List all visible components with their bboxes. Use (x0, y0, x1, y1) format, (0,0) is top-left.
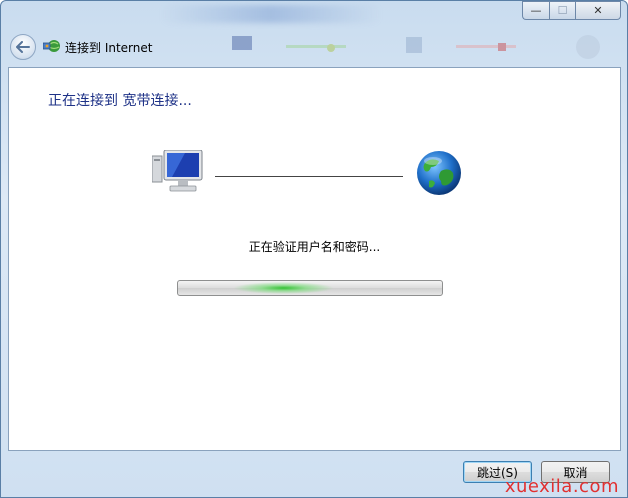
back-arrow-icon (16, 41, 30, 53)
minimize-icon: — (530, 4, 542, 17)
progress-marquee (178, 282, 442, 294)
caption-buttons: — ☐ ✕ (522, 1, 621, 20)
computer-icon (152, 150, 203, 192)
close-button[interactable]: ✕ (575, 1, 621, 20)
background-wizard-icons (232, 35, 600, 59)
maximize-button[interactable]: ☐ (549, 1, 575, 20)
network-icon (43, 40, 60, 52)
minimize-button[interactable]: — (522, 1, 549, 20)
status-text: 正在验证用户名和密码... (248, 240, 381, 254)
maximize-icon: ☐ (557, 4, 568, 17)
connection-progress-bar (177, 280, 443, 296)
globe-icon (417, 151, 461, 195)
connect-to-internet-window: — ☐ ✕ 连接到 Internet 正在连接到 宽带连接... 正在验证用户名… (0, 0, 628, 498)
wizard-content-panel: 正在连接到 宽带连接... 正在验证用户名和密码... (8, 67, 621, 451)
close-icon: ✕ (593, 4, 603, 17)
connection-line (215, 176, 403, 177)
watermark: xuexila.com (504, 476, 619, 497)
back-button[interactable] (10, 34, 36, 60)
window-title: 连接到 Internet (65, 41, 153, 55)
page-heading: 正在连接到 宽带连接... (48, 93, 192, 109)
blurred-background-title (161, 5, 381, 23)
